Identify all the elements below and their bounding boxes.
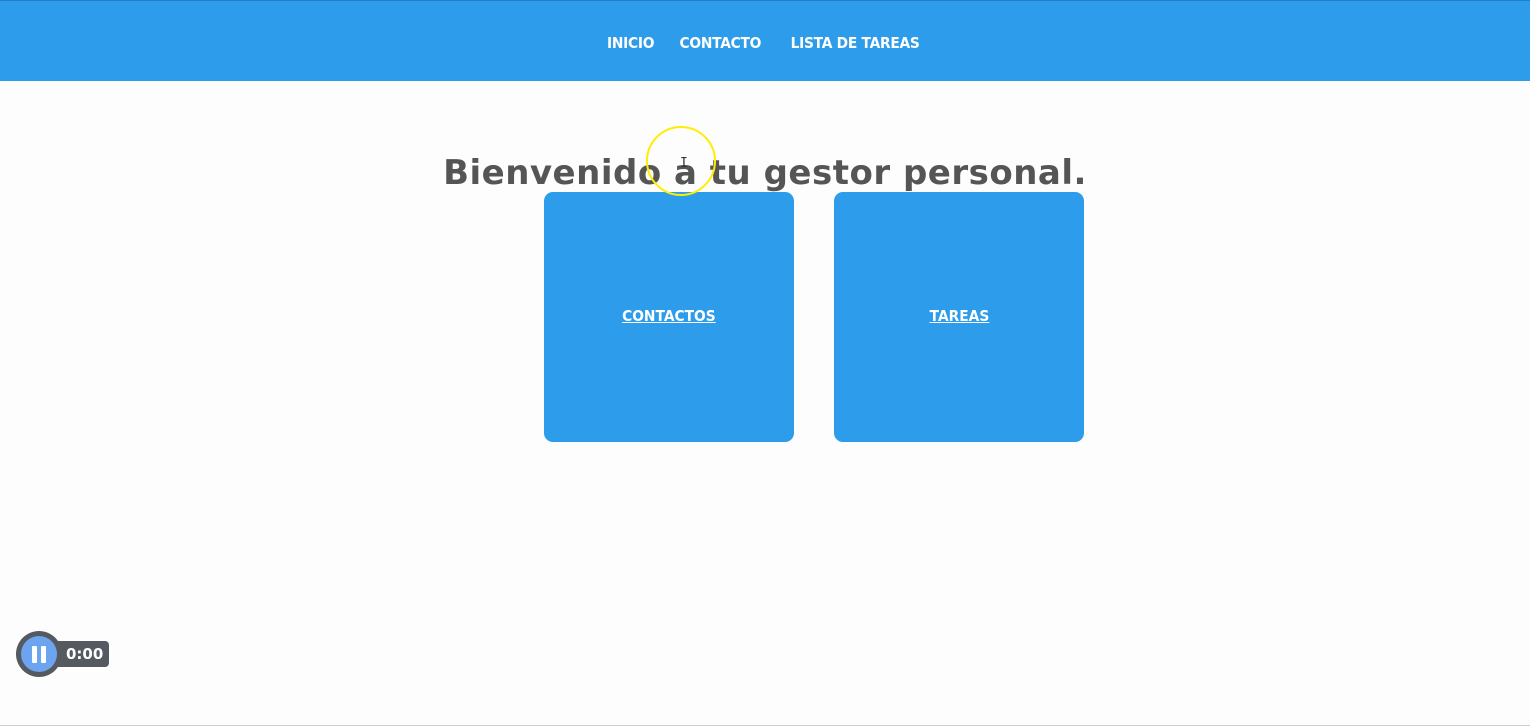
pause-button[interactable] [16,631,62,677]
pause-bar-left [32,645,37,663]
nav-link-lista-de-tareas[interactable]: LISTA DE TAREAS [790,34,919,52]
main-nav: INICIO CONTACTO LISTA DE TAREAS [0,34,1530,52]
contactos-link[interactable]: CONTACTOS [622,307,716,325]
tareas-link[interactable]: TAREAS [929,307,989,325]
elapsed-time: 0:00 [54,641,110,667]
contactos-card[interactable]: CONTACTOS [544,192,794,442]
nav-link-inicio[interactable]: INICIO [607,34,654,52]
tareas-card[interactable]: TAREAS [834,192,1084,442]
top-navbar: INICIO CONTACTO LISTA DE TAREAS [0,0,1530,81]
page-title: Bienvenido a tu gestor personal. [443,152,1087,193]
nav-link-contacto[interactable]: CONTACTO [680,34,762,52]
recording-player: 0:00 [16,630,110,678]
page: INICIO CONTACTO LISTA DE TAREAS Bienveni… [0,0,1530,726]
pause-bar-right [41,645,46,663]
pause-icon [21,636,57,672]
